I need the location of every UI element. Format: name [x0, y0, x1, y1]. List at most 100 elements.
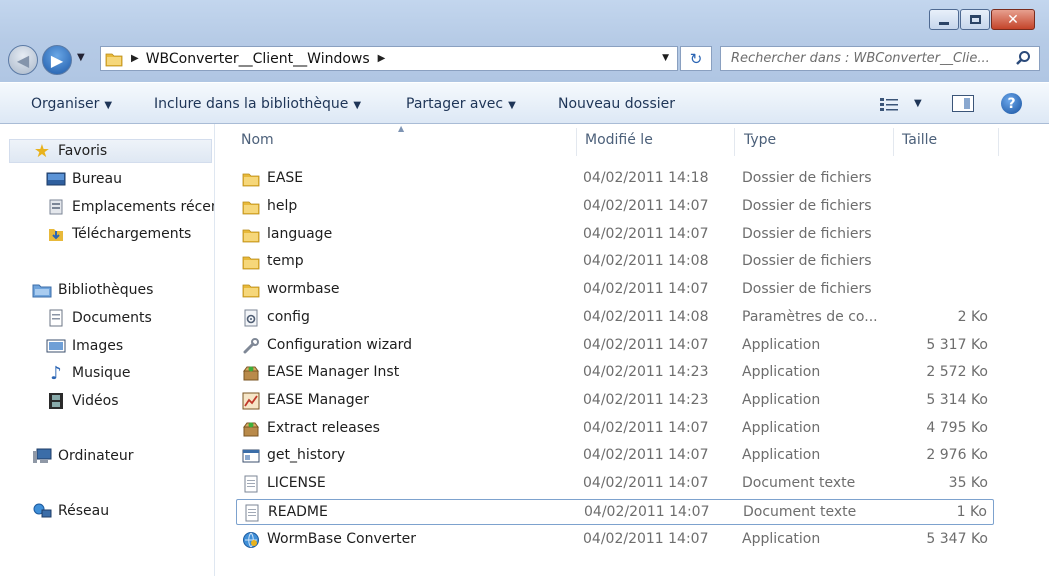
file-row[interactable]: Configuration wizard 04/02/2011 14:07 Appl… [236, 333, 994, 359]
forward-button[interactable]: ▶ [42, 45, 72, 75]
file-name[interactable]: LICENSE [267, 475, 326, 491]
column-divider[interactable] [734, 128, 735, 156]
organize-menu[interactable]: Organiser ▼ [31, 96, 112, 112]
nav-documents[interactable]: Documents [46, 306, 152, 330]
back-arrow-icon: ◀ [16, 50, 30, 70]
file-row[interactable]: EASE Manager 04/02/2011 14:23 Application 5… [236, 388, 994, 414]
column-header-type[interactable]: Type [744, 132, 776, 148]
file-row[interactable]: EASE 04/02/2011 14:18 Dossier de fichiers [236, 166, 994, 192]
file-row[interactable]: config 04/02/2011 14:08 Paramètres de co..… [236, 305, 994, 331]
search-input[interactable] [731, 51, 1001, 66]
preview-pane-icon[interactable] [952, 95, 974, 112]
maximize-icon [969, 15, 981, 24]
minimize-button[interactable] [929, 9, 959, 30]
file-name[interactable]: wormbase [267, 281, 340, 297]
minimize-icon [939, 21, 949, 25]
file-size: 2 Ko [957, 309, 988, 325]
column-divider[interactable] [893, 128, 894, 156]
nav-images[interactable]: Images [46, 334, 123, 358]
breadcrumb-current-folder[interactable]: WBConverter__Client__Windows [146, 51, 370, 67]
file-name[interactable]: Extract releases [267, 420, 380, 436]
refresh-button[interactable]: ↻ [680, 46, 712, 71]
nav-libraries[interactable]: Bibliothèques [32, 278, 153, 302]
star-icon: ★ [33, 140, 51, 162]
file-type: Application [742, 447, 821, 463]
file-name[interactable]: get_history [267, 447, 345, 463]
help-icon[interactable]: ? [1001, 93, 1022, 114]
network-icon [32, 502, 52, 520]
close-icon: ✕ [1007, 11, 1019, 28]
search-box[interactable] [720, 46, 1040, 71]
file-name[interactable]: Configuration wizard [267, 337, 412, 353]
file-row[interactable]: WormBase Converter 04/02/2011 14:07 Applic… [236, 527, 994, 553]
file-modified: 04/02/2011 14:07 [583, 531, 709, 547]
file-row[interactable]: wormbase 04/02/2011 14:07 Dossier de fichi… [236, 277, 994, 303]
nav-music[interactable]: ♪ Musique [46, 361, 130, 385]
file-modified: 04/02/2011 14:08 [583, 253, 709, 269]
column-divider[interactable] [576, 128, 577, 156]
window-caption: ✕ [0, 0, 1049, 40]
file-type: Document texte [742, 475, 856, 491]
column-header-size[interactable]: Taille [902, 132, 937, 148]
view-options-icon[interactable] [879, 96, 901, 112]
nav-network[interactable]: Réseau [32, 499, 109, 523]
file-name[interactable]: WormBase Converter [267, 531, 416, 547]
nav-favorites[interactable]: ★ Favoris [32, 139, 107, 163]
file-row[interactable]: get_history 04/02/2011 14:07 Application 2 … [236, 443, 994, 469]
file-row[interactable]: EASE Manager Inst 04/02/2011 14:23 Applica… [236, 360, 994, 386]
file-row[interactable]: Extract releases 04/02/2011 14:07 Applicat… [236, 416, 994, 442]
computer-icon [32, 447, 52, 465]
nav-recent-places[interactable]: Emplacements récents [46, 195, 214, 219]
file-modified: 04/02/2011 14:07 [583, 198, 709, 214]
nav-computer[interactable]: Ordinateur [32, 444, 134, 468]
nav-computer-label: Ordinateur [58, 448, 134, 464]
file-type: Application [742, 392, 821, 408]
recent-pages-dropdown[interactable]: ▼ [77, 52, 85, 63]
search-icon[interactable] [1015, 50, 1031, 66]
file-row[interactable]: LICENSE 04/02/2011 14:07 Document texte 35 … [236, 471, 994, 497]
file-name[interactable]: README [268, 504, 328, 520]
file-name[interactable]: config [267, 309, 310, 325]
desktop-icon [46, 170, 66, 188]
file-name[interactable]: temp [267, 253, 304, 269]
column-header-modified[interactable]: Modifié le [585, 132, 653, 148]
file-name[interactable]: help [267, 198, 297, 214]
file-row[interactable]: language 04/02/2011 14:07 Dossier de fichi… [236, 222, 994, 248]
nav-libraries-label: Bibliothèques [58, 282, 154, 298]
file-row[interactable]: README 04/02/2011 14:07 Document texte 1 Ko [236, 499, 994, 525]
file-type: Application [742, 420, 821, 436]
file-size: 35 Ko [948, 475, 988, 491]
close-button[interactable]: ✕ [991, 9, 1035, 30]
file-size: 2 976 Ko [926, 447, 988, 463]
file-row[interactable]: help 04/02/2011 14:07 Dossier de fichiers [236, 194, 994, 220]
file-name[interactable]: EASE [267, 170, 303, 186]
address-history-dropdown-icon[interactable]: ▼ [662, 53, 669, 63]
file-name[interactable]: EASE Manager [267, 392, 369, 408]
navigation-pane: ★ Favoris Bureau Emplacements récents Té… [0, 124, 215, 576]
column-header-name[interactable]: Nom [241, 132, 274, 148]
file-modified: 04/02/2011 14:07 [583, 281, 709, 297]
file-name[interactable]: EASE Manager Inst [267, 364, 399, 380]
breadcrumb-chevron-icon[interactable]: ▶ [378, 53, 386, 64]
file-name[interactable]: language [267, 226, 332, 242]
file-type: Dossier de fichiers [742, 226, 872, 242]
file-modified: 04/02/2011 14:18 [583, 170, 709, 186]
file-modified: 04/02/2011 14:23 [583, 392, 709, 408]
nav-videos-label: Vidéos [72, 393, 119, 409]
back-button[interactable]: ◀ [8, 45, 38, 75]
share-menu[interactable]: Partager avec ▼ [406, 96, 516, 112]
view-dropdown-icon[interactable]: ▼ [914, 98, 922, 109]
maximize-button[interactable] [960, 9, 990, 30]
nav-downloads[interactable]: Téléchargements [46, 222, 191, 246]
nav-videos[interactable]: Vidéos [46, 389, 119, 413]
column-divider[interactable] [998, 128, 999, 156]
include-library-menu[interactable]: Inclure dans la bibliothèque ▼ [154, 96, 361, 112]
new-folder-button[interactable]: Nouveau dossier [558, 96, 675, 112]
nav-recent-label: Emplacements récents [72, 199, 214, 215]
breadcrumb-chevron-icon[interactable]: ▶ [131, 53, 139, 64]
file-type: Dossier de fichiers [742, 253, 872, 269]
file-row[interactable]: temp 04/02/2011 14:08 Dossier de fichiers [236, 249, 994, 275]
images-icon [46, 337, 66, 355]
address-bar[interactable]: ▶ WBConverter__Client__Windows ▶ ▼ [100, 46, 678, 71]
nav-desktop[interactable]: Bureau [46, 167, 122, 191]
